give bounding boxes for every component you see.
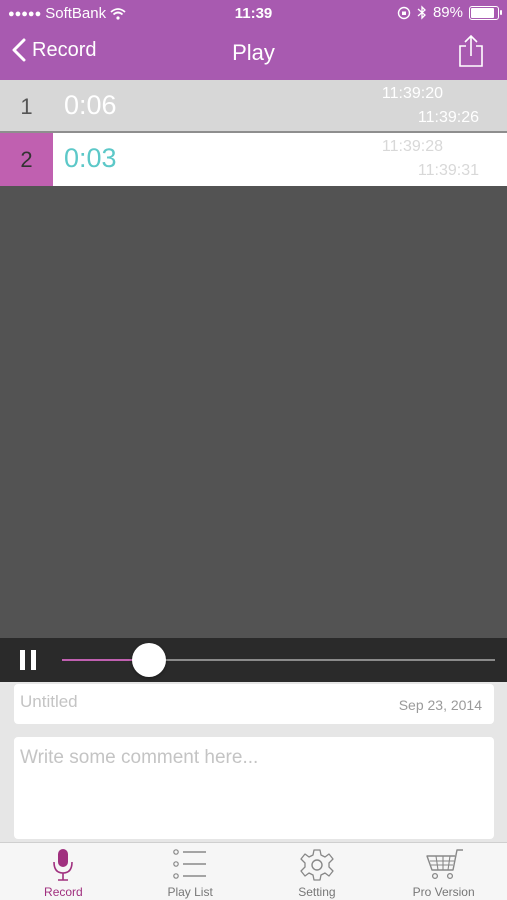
recording-date: Sep 23, 2014 <box>398 697 482 713</box>
tab-label: Setting <box>298 885 336 899</box>
recording-end-time: 11:39:26 <box>417 109 479 126</box>
battery-icon <box>469 5 502 20</box>
tab-setting[interactable]: Setting <box>254 843 381 900</box>
orientation-lock-icon <box>397 6 411 19</box>
status-bar: ●●●●● SoftBank 11:39 89% <box>0 0 507 28</box>
header: ●●●●● SoftBank 11:39 89% Record Play <box>0 0 507 80</box>
pause-button[interactable] <box>20 650 38 670</box>
tab-pro-version[interactable]: Pro Version <box>380 843 507 900</box>
share-icon[interactable] <box>457 34 485 68</box>
list-icon <box>173 849 207 879</box>
recording-row[interactable]: 1 0:06 11:39:20 11:39:26 <box>0 80 507 133</box>
recording-duration: 0:03 <box>64 143 117 173</box>
bluetooth-icon <box>417 5 426 20</box>
gear-icon <box>300 849 334 881</box>
recording-start-time: 11:39:28 <box>381 138 443 155</box>
battery-percent: 89% <box>432 4 463 21</box>
recording-index: 1 <box>20 93 33 119</box>
recording-index: 2 <box>0 133 53 186</box>
recording-info: Sep 23, 2014 <box>0 682 507 842</box>
comment-field[interactable] <box>14 737 494 839</box>
playback-bar <box>0 638 507 682</box>
tab-play-list[interactable]: Play List <box>127 843 254 900</box>
pause-icon <box>20 650 25 670</box>
title-field[interactable]: Sep 23, 2014 <box>14 684 494 724</box>
microphone-icon <box>53 849 74 881</box>
tab-bar: Record Play List Setting Pro Version <box>0 842 507 900</box>
video-area[interactable] <box>0 186 507 638</box>
recording-start-time: 11:39:20 <box>381 85 443 102</box>
recording-row-selected[interactable]: 2 0:03 11:39:28 11:39:31 <box>0 133 507 186</box>
recording-duration: 0:06 <box>64 90 117 120</box>
comment-input[interactable] <box>20 747 485 832</box>
recording-end-time: 11:39:31 <box>417 162 479 179</box>
progress-slider[interactable] <box>62 643 495 677</box>
page-title: Play <box>232 40 275 65</box>
tab-label: Pro Version <box>412 885 475 899</box>
tab-label: Play List <box>167 885 213 899</box>
title-input[interactable] <box>20 692 320 712</box>
tab-label: Record <box>44 885 83 899</box>
cart-icon <box>425 849 463 880</box>
slider-knob[interactable] <box>131 643 166 677</box>
navigation-bar: Record Play <box>0 28 507 80</box>
tab-record[interactable]: Record <box>0 843 127 900</box>
